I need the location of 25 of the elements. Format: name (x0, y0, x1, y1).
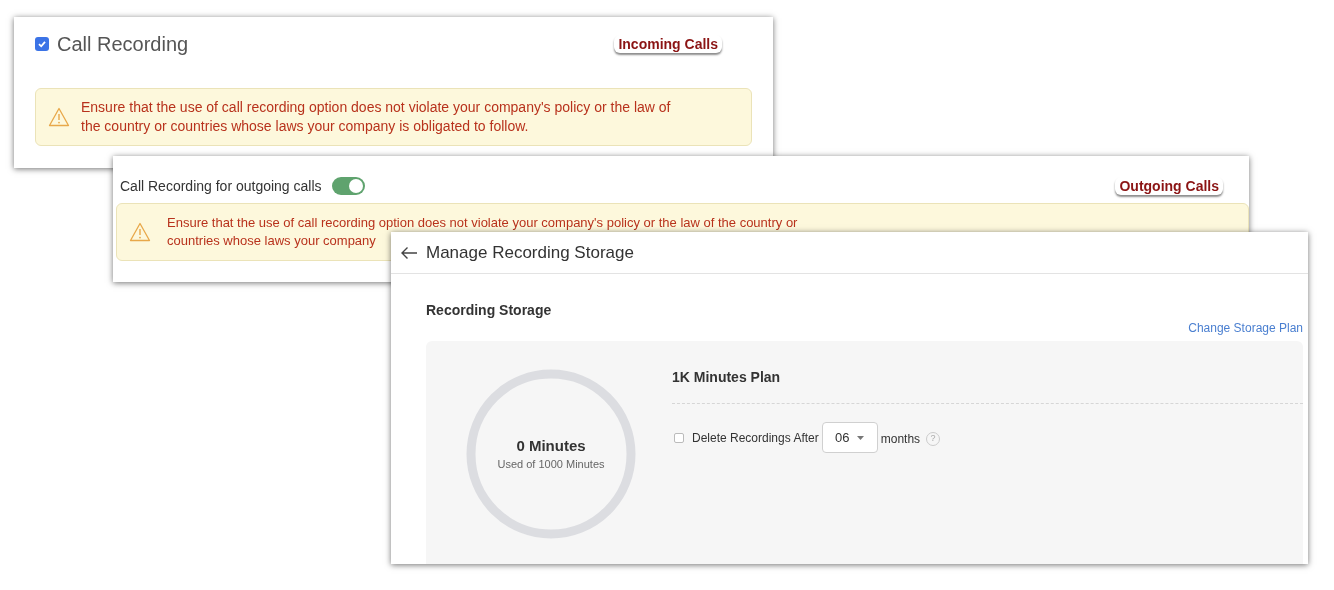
change-storage-plan-link[interactable]: Change Storage Plan (1188, 320, 1303, 336)
checkbox-label: Call Recording (57, 32, 189, 57)
usage-value: 0 Minutes (516, 435, 586, 456)
plan-title: 1K Minutes Plan (672, 368, 781, 387)
toggle-label: Call Recording for outgoing calls (120, 176, 322, 196)
usage-caption: Used of 1000 Minutes (497, 456, 605, 472)
check-icon (37, 39, 47, 49)
callout-label: Incoming Calls (614, 35, 722, 53)
caret-icon (857, 435, 865, 440)
panel-title: Manage Recording Storage (426, 241, 634, 264)
toggle-switch[interactable] (331, 177, 365, 195)
back-arrow-icon[interactable] (400, 245, 418, 260)
checkbox-label: Delete Recordings After (692, 429, 819, 447)
warning-text: Ensure that the use of call recording option does not violate your company's policy or the law of (81, 98, 671, 117)
warning-icon (48, 107, 70, 127)
warning-icon (129, 222, 151, 242)
warning-text: Ensure that the use of call recording option does not violate your company's policy or the law of the country or (167, 214, 798, 232)
checkbox[interactable] (35, 37, 49, 51)
checkbox[interactable] (674, 432, 684, 443)
callout-label: Outgoing Calls (1115, 177, 1223, 195)
warning-text: the country or countries whose laws your company is obligated to follow. (81, 117, 530, 136)
months-dropdown[interactable]: 06 (821, 422, 878, 453)
section-title: Recording Storage (426, 301, 552, 320)
warning-text: countries whose laws your company (167, 232, 377, 250)
unit-label: months (880, 431, 921, 448)
